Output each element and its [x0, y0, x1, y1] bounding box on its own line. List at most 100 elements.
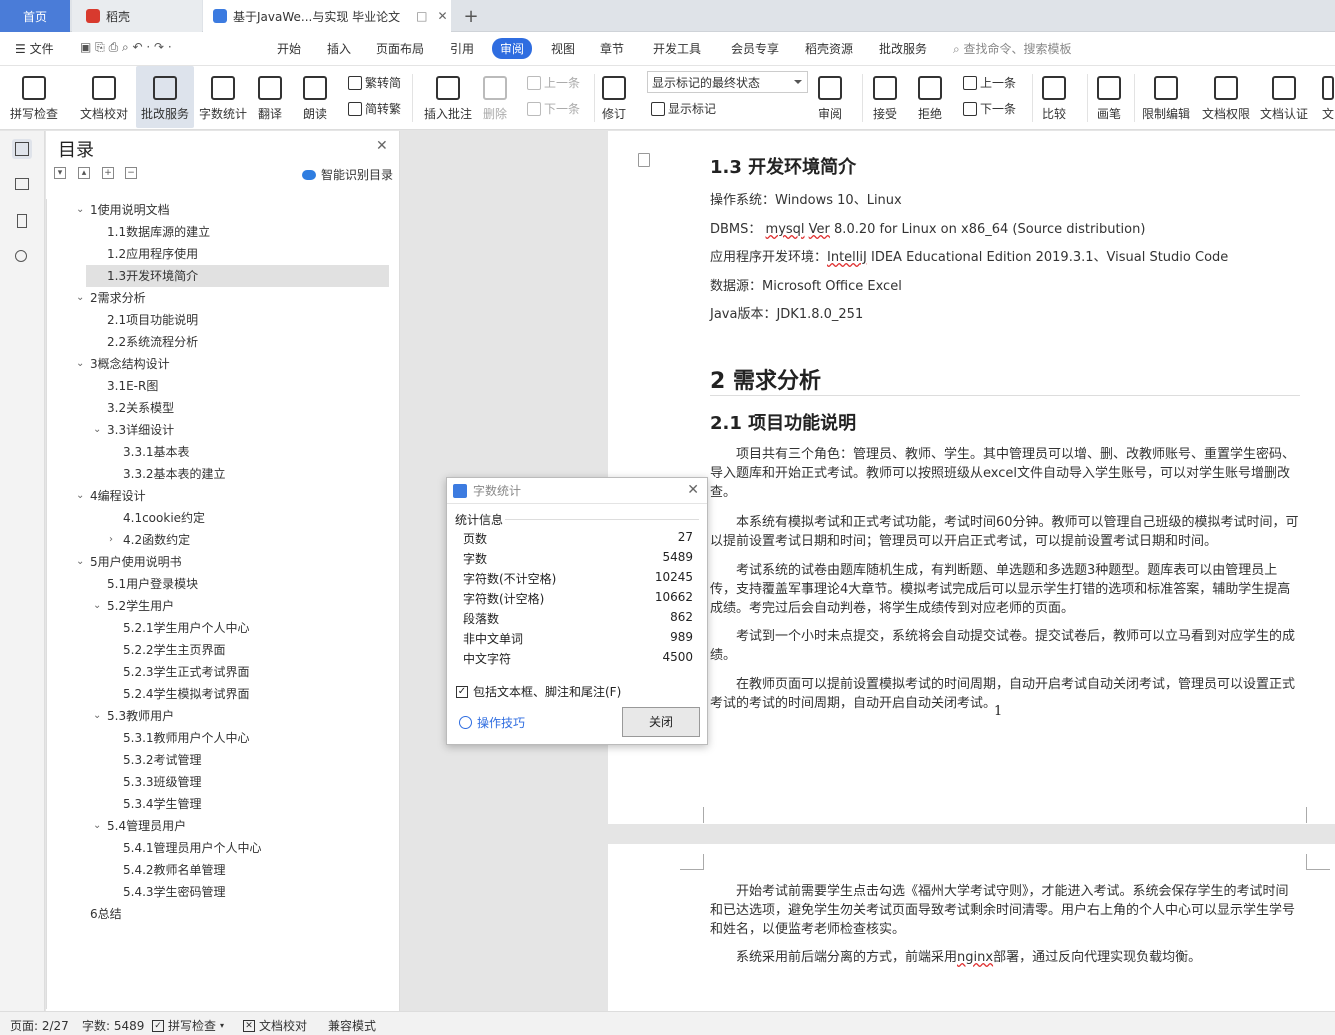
pen-button[interactable]: 画笔 — [1097, 66, 1121, 128]
toc-item[interactable]: 1.2应用程序使用 — [46, 243, 400, 265]
menu-daoke-resources[interactable]: 稻壳资源 — [805, 40, 853, 57]
track-changes-button[interactable]: 修订 — [602, 66, 626, 128]
spellcheck-toggle[interactable]: ✓ 拼写检查 ▾ — [152, 1017, 224, 1034]
tips-link[interactable]: 操作技巧 — [459, 714, 525, 731]
reject-button[interactable]: 拒绝 — [918, 66, 942, 128]
tab-close-icon[interactable]: ✕ — [438, 9, 448, 23]
menu-insert[interactable]: 插入 — [327, 40, 351, 57]
toc-item[interactable]: 2.1项目功能说明 — [46, 309, 400, 331]
document-page[interactable]: 1.3 开发环境简介 操作系统：Windows 10、Linux DBMS： m… — [608, 131, 1335, 824]
doc-check-button[interactable]: 文档校对 — [80, 66, 128, 128]
toc-item[interactable]: 3.3.1基本表 — [46, 441, 400, 463]
tab-pin-icon[interactable]: □ — [416, 9, 427, 23]
menu-review[interactable]: 审阅 — [492, 38, 533, 59]
chevron-down-icon[interactable]: ⌄ — [76, 485, 84, 507]
toc-item[interactable]: 5.2.3学生正式考试界面 — [46, 661, 400, 683]
review-pane-button[interactable]: 审阅 — [818, 66, 842, 128]
doc-certify-button[interactable]: 文档认证 — [1260, 66, 1308, 128]
prev-comment-button[interactable]: 上一条 — [527, 74, 580, 91]
toc-item[interactable]: ⌄ 4编程设计 — [46, 485, 400, 507]
markup-state-select[interactable]: 显示标记的最终状态 — [647, 71, 808, 93]
toc-item[interactable]: ⌄ 5.4管理员用户 — [46, 815, 400, 837]
word-count-button[interactable]: 字数统计 — [199, 66, 247, 128]
document-page[interactable]: 开始考试前需要学生点击勾选《福州大学考试守则》，才能进入考试。系统会保存学生的考… — [608, 844, 1335, 1011]
grading-service-button[interactable]: 批改服务 — [136, 66, 194, 128]
toc-item[interactable]: 3.1E-R图 — [46, 375, 400, 397]
toc-close-icon[interactable]: ✕ — [376, 138, 388, 154]
doc-check-toggle[interactable]: ✕ 文档校对 — [243, 1017, 307, 1034]
toc-item[interactable]: 3.3.2基本表的建立 — [46, 463, 400, 485]
toc-item[interactable]: 1.3开发环境简介 — [86, 265, 389, 287]
toc-item[interactable]: 5.4.3学生密码管理 — [46, 881, 400, 903]
new-tab-button[interactable]: + — [456, 0, 486, 32]
toc-item[interactable]: › 4.2函数约定 — [46, 529, 400, 551]
toc-item[interactable]: 5.3.3班级管理 — [46, 771, 400, 793]
toc-item[interactable]: 5.2.2学生主页界面 — [46, 639, 400, 661]
menu-references[interactable]: 引用 — [450, 40, 474, 57]
chevron-down-icon[interactable]: ⌄ — [76, 551, 84, 573]
toc-item[interactable]: 3.2关系模型 — [46, 397, 400, 419]
toc-item[interactable]: 5.3.4学生管理 — [46, 793, 400, 815]
smart-toc-button[interactable]: 智能识别目录 — [302, 166, 393, 183]
toc-item[interactable]: ⌄ 2需求分析 — [46, 287, 400, 309]
dialog-titlebar[interactable]: 字数统计 — [447, 478, 707, 504]
chevron-down-icon[interactable]: ⌄ — [93, 815, 101, 837]
add-heading-icon[interactable]: + — [102, 167, 114, 179]
page-doc-icon[interactable] — [638, 153, 650, 167]
accept-button[interactable]: 接受 — [873, 66, 897, 128]
toc-item[interactable]: ⌄ 3概念结构设计 — [46, 353, 400, 375]
command-search[interactable]: ⌕ 查找命令、搜索模板 — [953, 40, 1072, 57]
tab-document[interactable]: 基于JavaWe...与实现 毕业论文 □ ✕ — [203, 0, 451, 32]
toc-item[interactable]: ⌄ 5.3教师用户 — [46, 705, 400, 727]
menu-member[interactable]: 会员专享 — [731, 40, 779, 57]
chevron-right-icon[interactable]: › — [109, 529, 113, 551]
menu-developer[interactable]: 开发工具 — [653, 40, 701, 57]
toc-item[interactable]: ⌄ 1使用说明文档 — [46, 199, 400, 221]
toc-item[interactable]: 5.2.1学生用户个人中心 — [46, 617, 400, 639]
toc-item[interactable]: 5.1用户登录模块 — [46, 573, 400, 595]
ribbon-overflow-button[interactable]: 文 — [1322, 66, 1334, 128]
chevron-down-icon[interactable]: ⌄ — [76, 199, 84, 221]
delete-comment-button[interactable]: 删除 — [483, 66, 507, 128]
tab-home[interactable]: 首页 — [0, 0, 70, 32]
include-textbox-checkbox[interactable]: ✓ 包括文本框、脚注和尾注(F) — [456, 683, 621, 700]
toc-item[interactable]: 5.3.2考试管理 — [46, 749, 400, 771]
toc-nav-button[interactable] — [12, 139, 32, 159]
toc-item[interactable]: ⌄ 3.3详细设计 — [46, 419, 400, 441]
chapter-nav-button[interactable] — [12, 175, 32, 195]
toc-item[interactable]: 5.4.2教师名单管理 — [46, 859, 400, 881]
chevron-down-icon[interactable]: ⌄ — [93, 419, 101, 441]
menu-chapter[interactable]: 章节 — [600, 40, 624, 57]
next-comment-button[interactable]: 下一条 — [527, 100, 580, 117]
chevron-down-icon[interactable]: ⌄ — [76, 353, 84, 375]
prev-revision-button[interactable]: 上一条 — [963, 74, 1016, 91]
compare-button[interactable]: 比较 — [1042, 66, 1066, 128]
word-count-indicator[interactable]: 字数: 5489 — [82, 1017, 144, 1034]
expand-up-icon[interactable]: ▴ — [78, 167, 90, 179]
menu-layout[interactable]: 页面布局 — [376, 40, 424, 57]
quick-access-icons[interactable]: ▣ ⎘ ⎙ ⌕ ↶ · ↷ · — [80, 40, 172, 55]
dialog-close-icon[interactable]: ✕ — [687, 482, 699, 498]
toc-item[interactable]: 5.3.1教师用户个人中心 — [46, 727, 400, 749]
remove-heading-icon[interactable]: − — [125, 167, 137, 179]
show-markup-button[interactable]: 显示标记 — [651, 100, 716, 117]
doc-permission-button[interactable]: 文档权限 — [1202, 66, 1250, 128]
chevron-down-icon[interactable]: ⌄ — [93, 595, 101, 617]
restrict-editing-button[interactable]: 限制编辑 — [1142, 66, 1190, 128]
toc-item[interactable]: ⌄ 5.2学生用户 — [46, 595, 400, 617]
toc-item[interactable]: 4.1cookie约定 — [46, 507, 400, 529]
toc-item[interactable]: 1.1数据库源的建立 — [46, 221, 400, 243]
chevron-down-icon[interactable]: ⌄ — [93, 705, 101, 727]
insert-comment-button[interactable]: 插入批注 — [424, 66, 472, 128]
toc-item[interactable]: ⌄ 5用户使用说明书 — [46, 551, 400, 573]
menu-start[interactable]: 开始 — [277, 40, 301, 57]
search-nav-button[interactable] — [12, 247, 32, 267]
toc-item[interactable]: 2.2系统流程分析 — [46, 331, 400, 353]
file-menu[interactable]: ☰ 文件 — [15, 40, 54, 57]
menu-grading[interactable]: 批改服务 — [879, 40, 927, 57]
page-indicator[interactable]: 页面: 2/27 — [10, 1017, 69, 1034]
chevron-down-icon[interactable]: ⌄ — [76, 287, 84, 309]
simp-to-trad-button[interactable]: 简转繁 — [348, 100, 401, 117]
toc-item[interactable]: 5.4.1管理员用户个人中心 — [46, 837, 400, 859]
translate-button[interactable]: 翻译 — [258, 66, 282, 128]
